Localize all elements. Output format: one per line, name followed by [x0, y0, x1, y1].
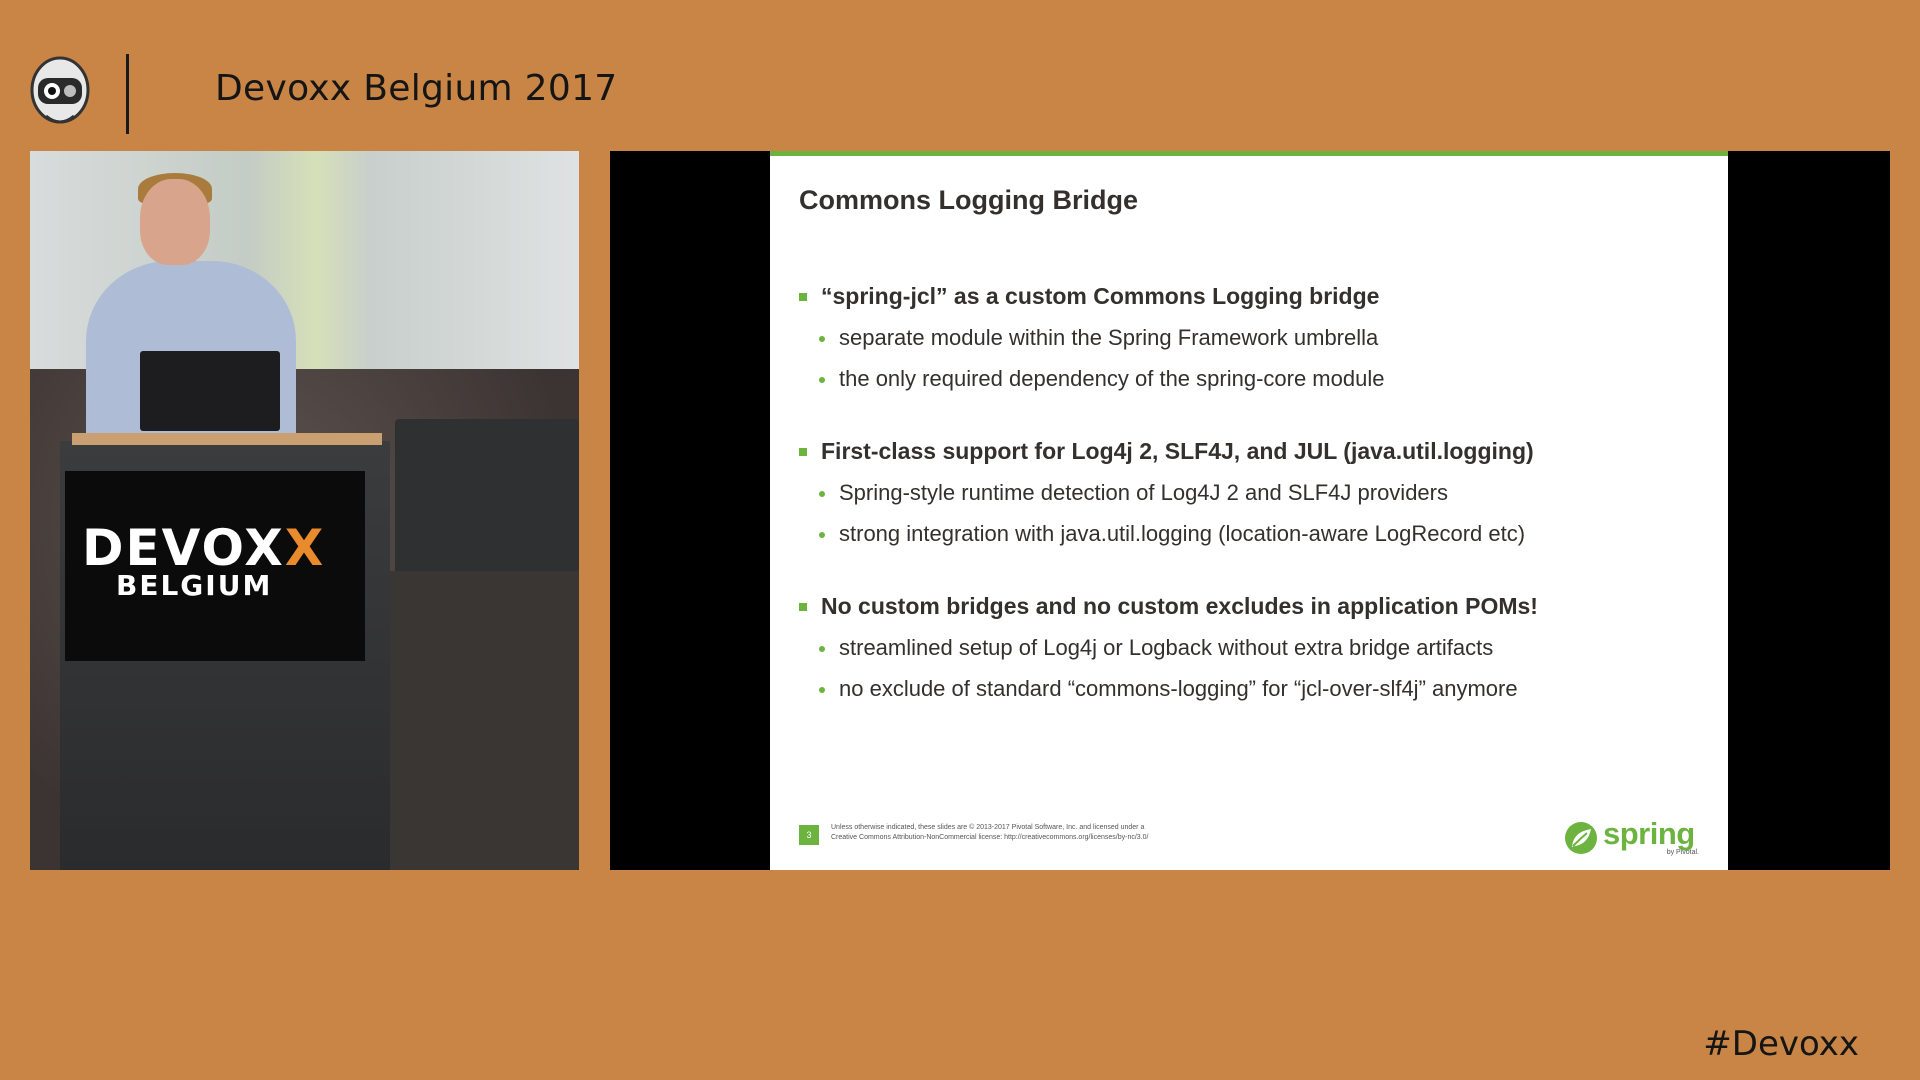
- bullet-group: “spring-jcl” as a custom Commons Logging…: [799, 282, 1699, 393]
- spring-by-pivotal: by Pivotal.: [1666, 849, 1699, 856]
- spring-wordmark: spring: [1603, 816, 1695, 851]
- slide-title: Commons Logging Bridge: [799, 185, 1138, 215]
- main-bullet: First-class support for Log4j 2, SLF4J, …: [799, 437, 1699, 465]
- sub-bullet-text: Spring-style runtime detection of Log4J …: [839, 480, 1448, 505]
- event-hashtag: #Devoxx: [1703, 1024, 1859, 1064]
- sub-bullet-text: strong integration with java.util.loggin…: [839, 521, 1526, 546]
- sub-bullet: separate module within the Spring Framew…: [799, 324, 1699, 352]
- bullet-dot-icon: [819, 687, 825, 693]
- slide-bullets: “spring-jcl” as a custom Commons Logging…: [799, 282, 1699, 703]
- bullet-dot-icon: [819, 646, 825, 652]
- header-divider: [126, 54, 129, 134]
- bullet-group: First-class support for Log4j 2, SLF4J, …: [799, 437, 1699, 548]
- sub-bullet: streamlined setup of Log4j or Logback wi…: [799, 634, 1699, 662]
- bullet-dot-icon: [819, 491, 825, 497]
- main-bullet: “spring-jcl” as a custom Commons Logging…: [799, 282, 1699, 310]
- sub-bullet-text: no exclude of standard “commons-logging”…: [839, 676, 1518, 701]
- presentation-slide: Commons Logging Bridge “spring-jcl” as a…: [770, 151, 1728, 870]
- sub-bullet: no exclude of standard “commons-logging”…: [799, 675, 1699, 703]
- bullet-dot-icon: [819, 336, 825, 342]
- spring-logo: spring by Pivotal.: [1561, 816, 1701, 856]
- lectern-sign-subtitle: BELGIUM: [116, 569, 273, 602]
- sub-bullet: the only required dependency of the spri…: [799, 365, 1699, 393]
- bullet-dot-icon: [819, 532, 825, 538]
- speaker-head: [140, 179, 210, 265]
- sub-bullet-text: the only required dependency of the spri…: [839, 366, 1385, 391]
- license-line: Unless otherwise indicated, these slides…: [831, 824, 1145, 831]
- sub-bullet-text: separate module within the Spring Framew…: [839, 325, 1379, 350]
- sub-bullet: Spring-style runtime detection of Log4J …: [799, 479, 1699, 507]
- speaker-video: DEVOXX BELGIUM: [30, 151, 579, 870]
- stage-table: [370, 571, 579, 870]
- sub-bullet-text: streamlined setup of Log4j or Logback wi…: [839, 635, 1494, 660]
- conference-stream-frame: Devoxx Belgium 2017 DEVOXX BELGIUM Commo…: [0, 0, 1920, 1080]
- stage-monitor: [395, 419, 579, 579]
- license-line: Creative Commons Attribution-NonCommerci…: [831, 834, 1149, 841]
- slide-page-number: 3: [799, 825, 819, 845]
- spring-leaf-icon: [1565, 822, 1597, 854]
- bullet-group: No custom bridges and no custom excludes…: [799, 592, 1699, 703]
- lectern-top: [72, 433, 382, 445]
- slide-frame: Commons Logging Bridge “spring-jcl” as a…: [610, 151, 1890, 870]
- bullet-dot-icon: [819, 377, 825, 383]
- main-bullet: No custom bridges and no custom excludes…: [799, 592, 1699, 620]
- devoxx-robot-logo-icon: [30, 56, 90, 124]
- slide-license-text: Unless otherwise indicated, these slides…: [831, 823, 1231, 843]
- event-title: Devoxx Belgium 2017: [215, 68, 618, 109]
- sub-bullet: strong integration with java.util.loggin…: [799, 520, 1699, 548]
- speaker-laptop: [140, 351, 280, 431]
